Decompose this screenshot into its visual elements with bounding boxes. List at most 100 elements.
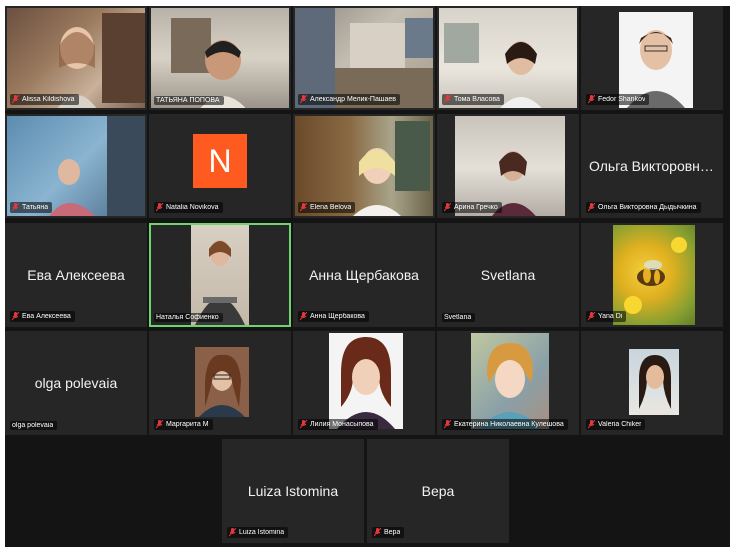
video-gallery: Alissa Kildishova ТАТЬЯНА ПОПОВА Алексан… (5, 6, 730, 547)
muted-mic-icon (300, 420, 307, 429)
participant-name: olga polevaia (12, 422, 54, 429)
participant-photo (329, 333, 403, 429)
participant-tile-anna-shcherbakova[interactable]: Анна Щербакова Анна Щербакова (293, 223, 435, 327)
participant-video (439, 8, 577, 108)
display-name: Анна Щербакова (309, 267, 419, 283)
muted-mic-icon (588, 420, 595, 429)
participant-tile-ekaterina-kuleshova[interactable]: Екатерина Николаевна Кулешова (437, 331, 579, 435)
person-silhouette (49, 116, 145, 216)
participant-name: Наталья Софиенко (156, 314, 219, 321)
person-silhouette (171, 18, 246, 108)
participant-tile-luiza-istomina[interactable]: Luiza Istomina Luiza Istomina (222, 439, 364, 543)
name-label: Вера (372, 527, 405, 538)
participant-tile-svetlana[interactable]: Svetlana Svetlana (437, 223, 579, 327)
participant-name: Татьяна (22, 204, 49, 211)
participant-photo (195, 347, 249, 417)
participant-video (151, 8, 289, 108)
participant-name: Тома Власова (454, 96, 500, 103)
participant-name: Alissa Kildishova (22, 96, 75, 103)
participant-name: Вера (384, 529, 401, 536)
participant-video (7, 116, 145, 216)
muted-mic-icon (12, 95, 19, 104)
name-label: Наталья Софиенко (154, 313, 223, 322)
name-label: Маргарита М (154, 419, 213, 430)
muted-mic-icon (300, 203, 307, 212)
name-label: Svetlana (442, 313, 476, 322)
participant-tile-natalia-novikova[interactable]: N Natalia Novikova (149, 114, 291, 218)
participant-name: Маргарита М (166, 421, 209, 428)
name-label: Fedor Shankov (586, 94, 650, 105)
display-name: Ольга Викторовна Дыд... (589, 158, 721, 174)
participant-tile-olga-dydychkina[interactable]: Ольга Викторовна Дыд... Ольга Викторовна… (581, 114, 723, 218)
participant-tile-fedor-shankov[interactable]: Fedor Shankov (581, 6, 723, 110)
name-label: Valeria Chiker (586, 419, 646, 430)
muted-mic-icon (156, 420, 163, 429)
participant-name: Elena Belova (310, 204, 352, 211)
participant-photo (629, 349, 679, 415)
avatar: N (193, 134, 247, 188)
name-label: Alissa Kildishova (10, 94, 79, 105)
muted-mic-icon (588, 312, 595, 321)
display-name: olga polevaia (34, 375, 118, 391)
name-label: ТАТЬЯНА ПОПОВА (154, 96, 224, 105)
participant-tile-arina-grechko[interactable]: Арина Гречко (437, 114, 579, 218)
participant-name: Анна Щербакова (310, 313, 365, 320)
participant-tile-natalya-sofienko[interactable]: Наталья Софиенко (149, 223, 291, 327)
muted-mic-icon (229, 528, 236, 537)
participant-name: Екатерина Николаевна Кулешова (454, 421, 564, 428)
participant-tile-valeria-chiker[interactable]: Valeria Chiker (581, 331, 723, 435)
person-silhouette (337, 337, 395, 429)
muted-mic-icon (444, 420, 451, 429)
muted-mic-icon (374, 528, 381, 537)
person-silhouette (353, 121, 430, 216)
participant-name: Арина Гречко (454, 204, 498, 211)
participant-tile-vera[interactable]: Вера Вера (367, 439, 509, 543)
participant-tile-yana-di[interactable]: Yana Di (581, 223, 723, 327)
participant-name: Luiza Istomina (239, 529, 285, 536)
person-silhouette (444, 23, 542, 108)
participant-tile-olga-polevaia[interactable]: olga polevaia olga polevaia (5, 331, 147, 435)
name-label: Татьяна (10, 202, 53, 213)
participant-name: Ева Алексеева (22, 313, 71, 320)
display-name: Svetlana (480, 267, 536, 283)
participant-name: Valeria Chiker (598, 421, 642, 428)
participant-tile-toma-vlasova[interactable]: Тома Власова (437, 6, 579, 110)
muted-mic-icon (12, 203, 19, 212)
participant-tile-eva-alekseeva[interactable]: Ева Алексеева Ева Алексеева (5, 223, 147, 327)
display-name: Luiza Istomina (247, 483, 339, 499)
participant-tile-alissa-kildishova[interactable]: Alissa Kildishova (5, 6, 147, 110)
muted-mic-icon (300, 312, 307, 321)
name-label: Ева Алексеева (10, 311, 75, 322)
name-label: Анна Щербакова (298, 311, 369, 322)
participant-name: Fedor Shankov (598, 96, 646, 103)
name-label: Luiza Istomina (227, 527, 289, 538)
name-label: Екатерина Николаевна Кулешова (442, 419, 568, 430)
display-name: Вера (421, 483, 455, 499)
participant-tile-tatyana-popova[interactable]: ТАТЬЯНА ПОПОВА (149, 6, 291, 110)
participant-tile-tatyana[interactable]: Татьяна (5, 114, 147, 218)
name-label: olga polevaia (10, 421, 58, 430)
muted-mic-icon (300, 95, 307, 104)
participant-tile-margarita-m[interactable]: Маргарита М (149, 331, 291, 435)
name-label: Лилия Монасыпова (298, 419, 378, 430)
person-silhouette (199, 354, 245, 417)
participant-tile-elena-belova[interactable]: Elena Belova (293, 114, 435, 218)
name-label: Александр Мелик-Пашаев (298, 94, 400, 105)
participant-name: Лилия Монасыпова (310, 421, 374, 428)
participant-video (7, 8, 145, 108)
participant-video (295, 8, 433, 108)
participant-name: Александр Мелик-Пашаев (310, 96, 396, 103)
participant-name: ТАТЬЯНА ПОПОВА (156, 97, 220, 104)
muted-mic-icon (444, 203, 451, 212)
participant-name: Natalia Novikova (166, 204, 219, 211)
name-label: Natalia Novikova (154, 202, 223, 213)
participant-tile-liliya-monasypova[interactable]: Лилия Монасыпова (293, 331, 435, 435)
muted-mic-icon (444, 95, 451, 104)
muted-mic-icon (12, 312, 19, 321)
person-silhouette (635, 355, 675, 415)
participant-tile-aleksandr-melik-pashaev[interactable]: Александр Мелик-Пашаев (293, 6, 435, 110)
muted-mic-icon (588, 95, 595, 104)
participant-video (191, 225, 249, 325)
participant-photo (471, 333, 549, 429)
display-name: Ева Алексеева (27, 267, 125, 283)
